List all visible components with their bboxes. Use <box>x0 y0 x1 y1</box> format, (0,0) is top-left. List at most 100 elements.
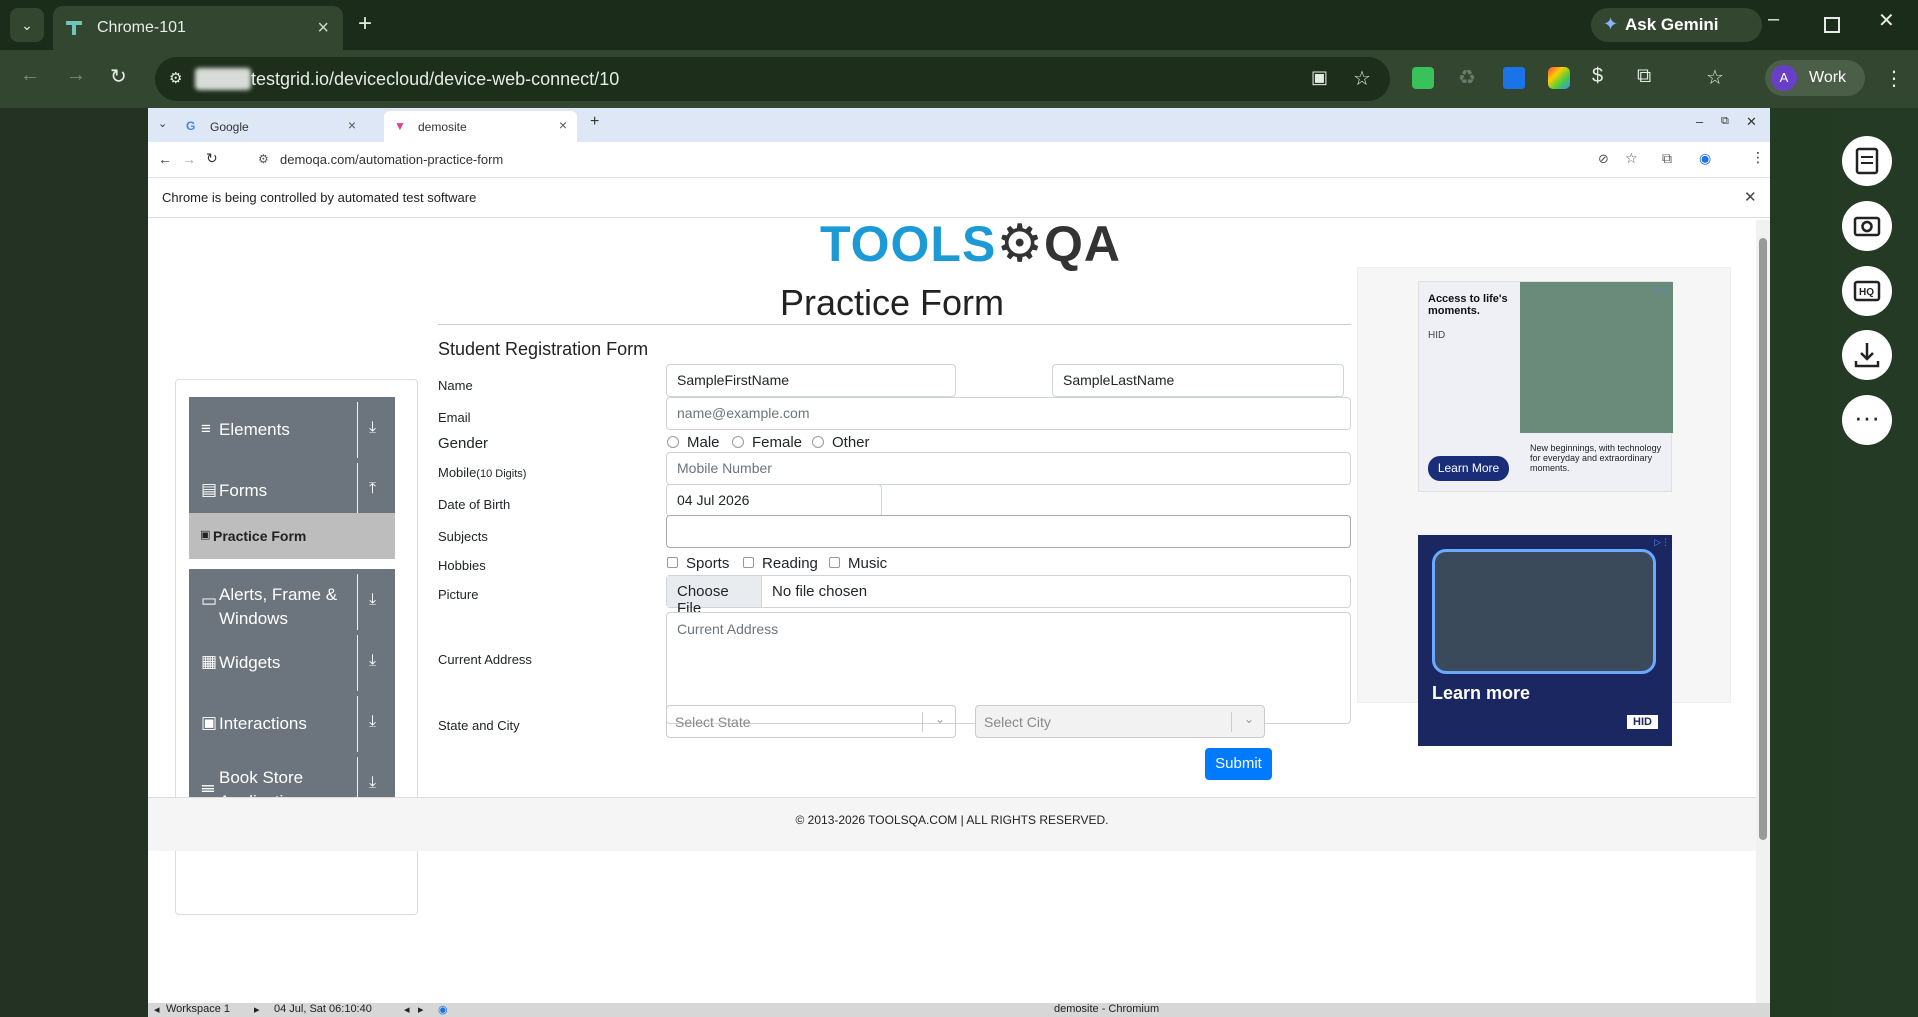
checkbox-label: Sports <box>686 555 730 572</box>
workspace-prev-icon[interactable]: ◂ <box>154 1003 160 1016</box>
forward-icon[interactable]: → <box>66 64 86 87</box>
dob-input[interactable]: 04 Jul 2026 <box>666 484 882 517</box>
form-item-icon: ▣ <box>200 529 211 541</box>
inner-back-icon[interactable]: ← <box>158 151 172 167</box>
expand-icon[interactable]: ⤓ <box>369 591 376 609</box>
state-select[interactable]: Select State ⌄ <box>666 705 956 738</box>
close-tab-icon[interactable]: × <box>317 17 329 40</box>
outer-tab-active[interactable]: Chrome-101 × <box>53 6 343 50</box>
outer-address-bar[interactable]: ⚙ testgrid.io/devicecloud/device-web-con… <box>155 57 1390 101</box>
expand-icon[interactable]: ⤓ <box>369 774 376 792</box>
extensions-puzzle-icon[interactable]: ⧉ <box>1637 65 1665 93</box>
profile-button[interactable]: A Work <box>1765 60 1865 96</box>
site-info-icon[interactable]: ⚙ <box>169 69 182 87</box>
choose-file-button[interactable]: Choose File <box>667 576 762 617</box>
subjects-label: Subjects <box>438 529 488 544</box>
gender-radio-female[interactable]: Female <box>732 434 802 451</box>
extension-s-icon[interactable]: $ <box>1592 65 1620 93</box>
clock-next-icon[interactable]: ▸ <box>418 1003 424 1016</box>
sidebar-group-alerts[interactable]: ▭ Alerts, Frame & Windows ⤓ <box>189 569 395 637</box>
inner-close-icon[interactable]: ✕ <box>1746 114 1757 130</box>
inner-url-text[interactable]: demoqa.com/automation-practice-form <box>280 152 503 167</box>
inner-forward-icon[interactable]: → <box>182 151 196 167</box>
expand-icon[interactable]: ⤓ <box>369 652 376 670</box>
logs-tool-icon[interactable] <box>1842 136 1892 186</box>
hobby-checkbox-reading[interactable]: Reading <box>743 555 818 572</box>
inner-extensions-icon[interactable]: ⧉ <box>1662 150 1672 167</box>
more-options-icon[interactable]: ··· <box>1842 395 1892 445</box>
extension-android-icon[interactable] <box>1412 67 1434 89</box>
inner-restore-icon[interactable]: ⧉ <box>1721 115 1729 128</box>
inner-profile-icon[interactable]: ◉ <box>1699 150 1711 167</box>
bookmark-star-icon[interactable]: ☆ <box>1353 66 1371 91</box>
subjects-input[interactable] <box>666 515 1351 548</box>
gender-radio-other[interactable]: Other <box>812 434 870 451</box>
sidebar-item-practice-form[interactable]: ▣ Practice Form <box>189 513 395 559</box>
clock-prev-icon[interactable]: ◂ <box>404 1003 410 1016</box>
sidebar-group-widgets[interactable]: ▦ Widgets ⤓ <box>189 630 395 698</box>
divider <box>357 402 358 460</box>
inner-bookmark-icon[interactable]: ☆ <box>1625 150 1638 167</box>
inner-minimize-icon[interactable]: – <box>1696 114 1703 129</box>
inner-tab-google[interactable]: G Google × <box>176 111 366 142</box>
screenshot-camera-icon[interactable] <box>1842 201 1892 251</box>
redacted-subdomain <box>195 68 251 90</box>
new-tab-icon[interactable]: + <box>358 10 372 38</box>
gender-radio-male[interactable]: Male <box>667 434 720 451</box>
hobby-checkbox-music[interactable]: Music <box>829 555 887 572</box>
extension-recycle-icon[interactable]: ♻ <box>1458 65 1486 93</box>
toolsqa-logo[interactable]: TOOLS⚙QA <box>820 214 1121 274</box>
extension-color-icon[interactable] <box>1548 67 1570 89</box>
back-icon[interactable]: ← <box>20 64 40 87</box>
expand-icon[interactable]: ⤓ <box>369 419 376 437</box>
sidebar-group-elements[interactable]: ≡ Elements ⤓ <box>189 397 395 465</box>
close-tab-icon[interactable]: × <box>348 117 356 133</box>
eye-off-icon[interactable]: ⊘ <box>1598 151 1609 167</box>
ad-banner-1[interactable]: Access to life's moments. HID Learn More… <box>1418 281 1673 492</box>
city-select[interactable]: Select City ⌄ <box>975 705 1265 738</box>
checkbox-label: Reading <box>762 555 818 572</box>
last-name-input[interactable]: SampleLastName <box>1052 364 1344 397</box>
maximize-window-icon[interactable] <box>1824 17 1840 33</box>
tab-search-button[interactable]: ⌄ <box>10 8 44 42</box>
mobile-input[interactable]: Mobile Number <box>666 452 1351 485</box>
inner-site-info-icon[interactable]: ⚙ <box>258 152 269 166</box>
extension-play-icon[interactable] <box>1503 67 1525 89</box>
no-clipboard-icon[interactable]: ▣ <box>1311 67 1328 88</box>
ad-banner-2[interactable]: Learn more HID ▷⋮ <box>1418 535 1672 746</box>
inner-menu-icon[interactable]: ⋮ <box>1751 149 1765 166</box>
ad-choices-icon[interactable]: ▷⋮ <box>1654 537 1670 548</box>
minimize-window-icon[interactable]: – <box>1768 8 1779 31</box>
first-name-input[interactable]: SampleFirstName <box>666 364 956 397</box>
outer-menu-icon[interactable]: ⋮ <box>1884 66 1904 91</box>
submit-button[interactable]: Submit <box>1205 748 1272 780</box>
ask-gemini-button[interactable]: ✦ Ask Gemini <box>1591 8 1762 42</box>
inner-new-tab-icon[interactable]: + <box>590 113 599 131</box>
hobby-checkbox-sports[interactable]: Sports <box>667 555 729 572</box>
scrollbar-thumb[interactable] <box>1759 238 1767 840</box>
close-window-icon[interactable]: ✕ <box>1878 8 1895 33</box>
reading-list-icon[interactable]: ☆ <box>1706 65 1734 93</box>
download-icon[interactable] <box>1842 330 1892 380</box>
chromium-taskbar-icon[interactable]: ◉ <box>438 1003 448 1016</box>
divider <box>357 635 358 693</box>
ad-brand: HID <box>1428 330 1446 341</box>
sidebar-group-interactions[interactable]: ▣ Interactions ⤓ <box>189 691 395 759</box>
gemini-icon: ✦ <box>1603 14 1619 34</box>
inner-reload-icon[interactable]: ↻ <box>206 150 218 167</box>
email-input[interactable]: name@example.com <box>666 397 1351 430</box>
footer-text: © 2013-2026 TOOLSQA.COM | ALL RIGHTS RES… <box>795 813 1109 827</box>
workspace-next-icon[interactable]: ▸ <box>254 1003 260 1016</box>
close-tab-icon[interactable]: × <box>559 117 567 133</box>
hq-quality-icon[interactable]: HQ <box>1842 266 1892 316</box>
reload-icon[interactable]: ↻ <box>110 64 127 89</box>
ad-choices-icon[interactable]: ▷⋮ <box>1653 284 1669 295</box>
ad-learn-more-button[interactable]: Learn More <box>1428 456 1509 481</box>
collapse-icon[interactable]: ⤒ <box>369 480 376 498</box>
picture-file-input[interactable]: Choose File No file chosen <box>666 575 1351 617</box>
infobar-close-icon[interactable]: ✕ <box>1744 188 1757 206</box>
inner-tab-search-icon[interactable]: ⌄ <box>158 117 167 130</box>
page-scrollbar[interactable] <box>1756 220 1770 1017</box>
inner-tab-demosite[interactable]: ▼ demosite × <box>384 111 577 142</box>
expand-icon[interactable]: ⤓ <box>369 713 376 731</box>
